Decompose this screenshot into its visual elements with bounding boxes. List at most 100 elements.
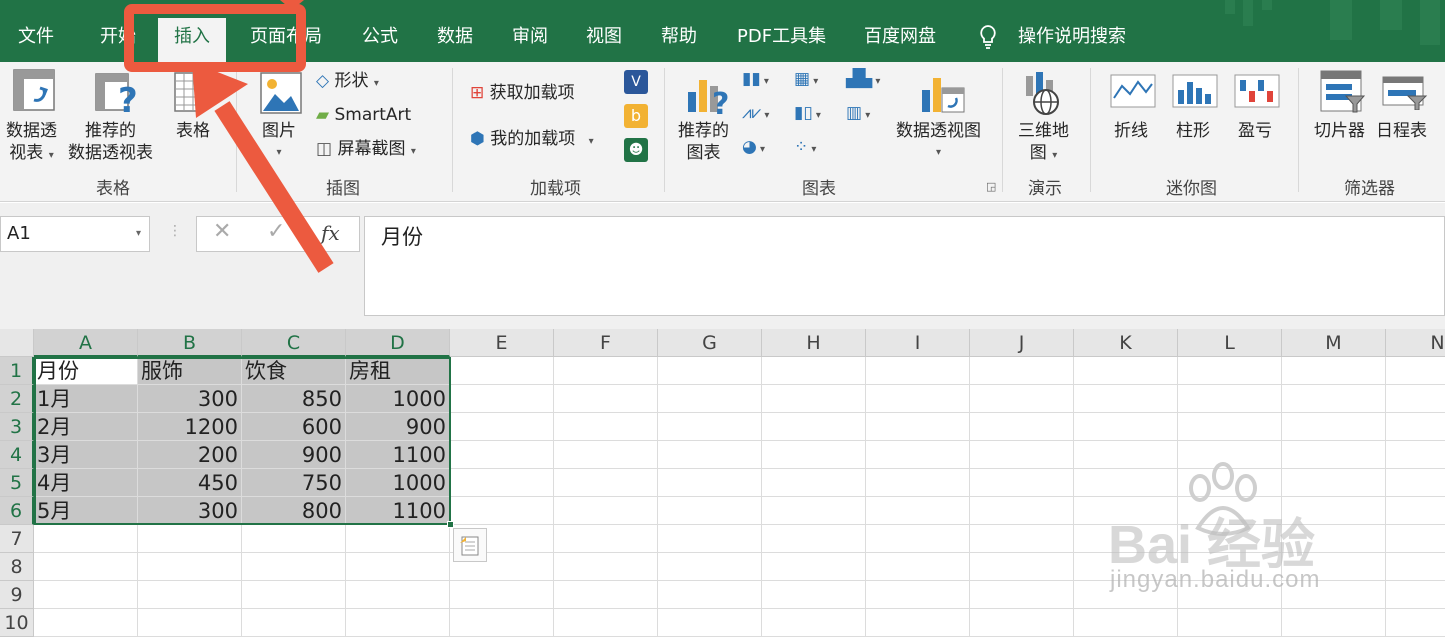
screenshot-button[interactable]: ◫ 屏幕截图 ▾ (316, 138, 416, 163)
chevron-down-icon[interactable]: ▾ (136, 217, 141, 251)
cell-d7[interactable] (346, 525, 450, 553)
column-header-c[interactable]: C (242, 329, 346, 357)
cancel-icon[interactable]: ✕ (213, 219, 231, 244)
cell-k10[interactable] (1074, 609, 1178, 637)
cell-g6[interactable] (658, 497, 762, 525)
cell-b8[interactable] (138, 553, 242, 581)
cell-g8[interactable] (658, 553, 762, 581)
cell-i6[interactable] (866, 497, 970, 525)
smartart-button[interactable]: ▰ SmartArt (316, 104, 411, 126)
tab-data[interactable]: 数据 (437, 22, 473, 58)
cell-e3[interactable] (450, 413, 554, 441)
cell-h8[interactable] (762, 553, 866, 581)
fill-handle[interactable] (447, 521, 454, 528)
recommended-charts-button[interactable]: 推荐的 图表 (678, 120, 729, 164)
cell-a8[interactable] (34, 553, 138, 581)
cell-d8[interactable] (346, 553, 450, 581)
table-button[interactable]: 表格 (176, 120, 210, 142)
cell-m3[interactable] (1282, 413, 1386, 441)
get-addins-button[interactable]: ⊞ 获取加载项 (470, 82, 575, 104)
my-addins-button[interactable]: ⬢ 我的加载项 ▾ (470, 128, 594, 153)
cell-l1[interactable] (1178, 357, 1282, 385)
pie-chart-button[interactable]: ◕ ▾ (742, 136, 765, 161)
row-header-4[interactable]: 4 (0, 441, 34, 469)
cell-k2[interactable] (1074, 385, 1178, 413)
cell-c8[interactable] (242, 553, 346, 581)
cell-e5[interactable] (450, 469, 554, 497)
cell-g9[interactable] (658, 581, 762, 609)
cell-b10[interactable] (138, 609, 242, 637)
cell-d9[interactable] (346, 581, 450, 609)
tab-baidu-netdisk[interactable]: 百度网盘 (864, 22, 936, 58)
cell-e1[interactable] (450, 357, 554, 385)
waterfall-chart-button[interactable]: ▟▙ ▾ (846, 68, 880, 93)
cell-f4[interactable] (554, 441, 658, 469)
dialog-launcher-icon[interactable]: ◲ (986, 180, 996, 193)
row-header-3[interactable]: 3 (0, 413, 34, 441)
column-header-a[interactable]: A (34, 329, 138, 357)
row-header-10[interactable]: 10 (0, 609, 34, 637)
cell-a7[interactable] (34, 525, 138, 553)
cell-c9[interactable] (242, 581, 346, 609)
cell-j8[interactable] (970, 553, 1074, 581)
cell-i3[interactable] (866, 413, 970, 441)
cell-e10[interactable] (450, 609, 554, 637)
recommended-pivot-button[interactable]: 推荐的 数据透视表 (68, 120, 153, 164)
tab-view[interactable]: 视图 (586, 22, 622, 58)
cell-g4[interactable] (658, 441, 762, 469)
cell-f7[interactable] (554, 525, 658, 553)
column-header-d[interactable]: D (346, 329, 450, 357)
column-header-f[interactable]: F (554, 329, 658, 357)
select-all-corner[interactable] (0, 329, 34, 357)
cell-b9[interactable] (138, 581, 242, 609)
shapes-button[interactable]: ◇ 形状 ▾ (316, 70, 379, 95)
cell-h7[interactable] (762, 525, 866, 553)
cell-k1[interactable] (1074, 357, 1178, 385)
cell-i10[interactable] (866, 609, 970, 637)
cell-j4[interactable] (970, 441, 1074, 469)
cell-h5[interactable] (762, 469, 866, 497)
pictures-button[interactable]: 图片 ▾ (262, 120, 296, 164)
formula-input[interactable]: 月份 (364, 216, 1445, 316)
cell-j10[interactable] (970, 609, 1074, 637)
cell-f5[interactable] (554, 469, 658, 497)
cell-h4[interactable] (762, 441, 866, 469)
row-header-5[interactable]: 5 (0, 469, 34, 497)
column-chart-button[interactable]: ▮▮ ▾ (742, 68, 769, 93)
column-header-l[interactable]: L (1178, 329, 1282, 357)
cell-f9[interactable] (554, 581, 658, 609)
cell-e9[interactable] (450, 581, 554, 609)
row-header-7[interactable]: 7 (0, 525, 34, 553)
cell-j3[interactable] (970, 413, 1074, 441)
cell-j6[interactable] (970, 497, 1074, 525)
cell-m2[interactable] (1282, 385, 1386, 413)
column-header-h[interactable]: H (762, 329, 866, 357)
hierarchy-chart-button[interactable]: ▦ ▾ (794, 68, 818, 93)
row-header-6[interactable]: 6 (0, 497, 34, 525)
cell-f2[interactable] (554, 385, 658, 413)
scatter-chart-button[interactable]: ⁘ ▾ (794, 136, 816, 161)
cell-f6[interactable] (554, 497, 658, 525)
name-box[interactable]: A1 ▾ (0, 216, 150, 252)
timeline-button[interactable]: 日程表 (1376, 120, 1427, 142)
cell-i5[interactable] (866, 469, 970, 497)
drag-handle-icon[interactable]: ⋮ (168, 223, 182, 239)
sparkline-column-button[interactable]: 柱形 (1176, 120, 1210, 142)
cell-i1[interactable] (866, 357, 970, 385)
cell-n3[interactable] (1386, 413, 1445, 441)
quick-analysis-button[interactable] (453, 528, 487, 562)
cell-g10[interactable] (658, 609, 762, 637)
cell-g7[interactable] (658, 525, 762, 553)
sparkline-line-button[interactable]: 折线 (1114, 120, 1148, 142)
column-header-e[interactable]: E (450, 329, 554, 357)
row-header-1[interactable]: 1 (0, 357, 34, 385)
column-header-i[interactable]: I (866, 329, 970, 357)
insert-function-icon[interactable]: fx (321, 221, 340, 245)
cell-i7[interactable] (866, 525, 970, 553)
cell-j7[interactable] (970, 525, 1074, 553)
column-header-n[interactable]: N (1386, 329, 1445, 357)
cell-n10[interactable] (1386, 609, 1445, 637)
column-header-g[interactable]: G (658, 329, 762, 357)
cell-j9[interactable] (970, 581, 1074, 609)
cell-j5[interactable] (970, 469, 1074, 497)
